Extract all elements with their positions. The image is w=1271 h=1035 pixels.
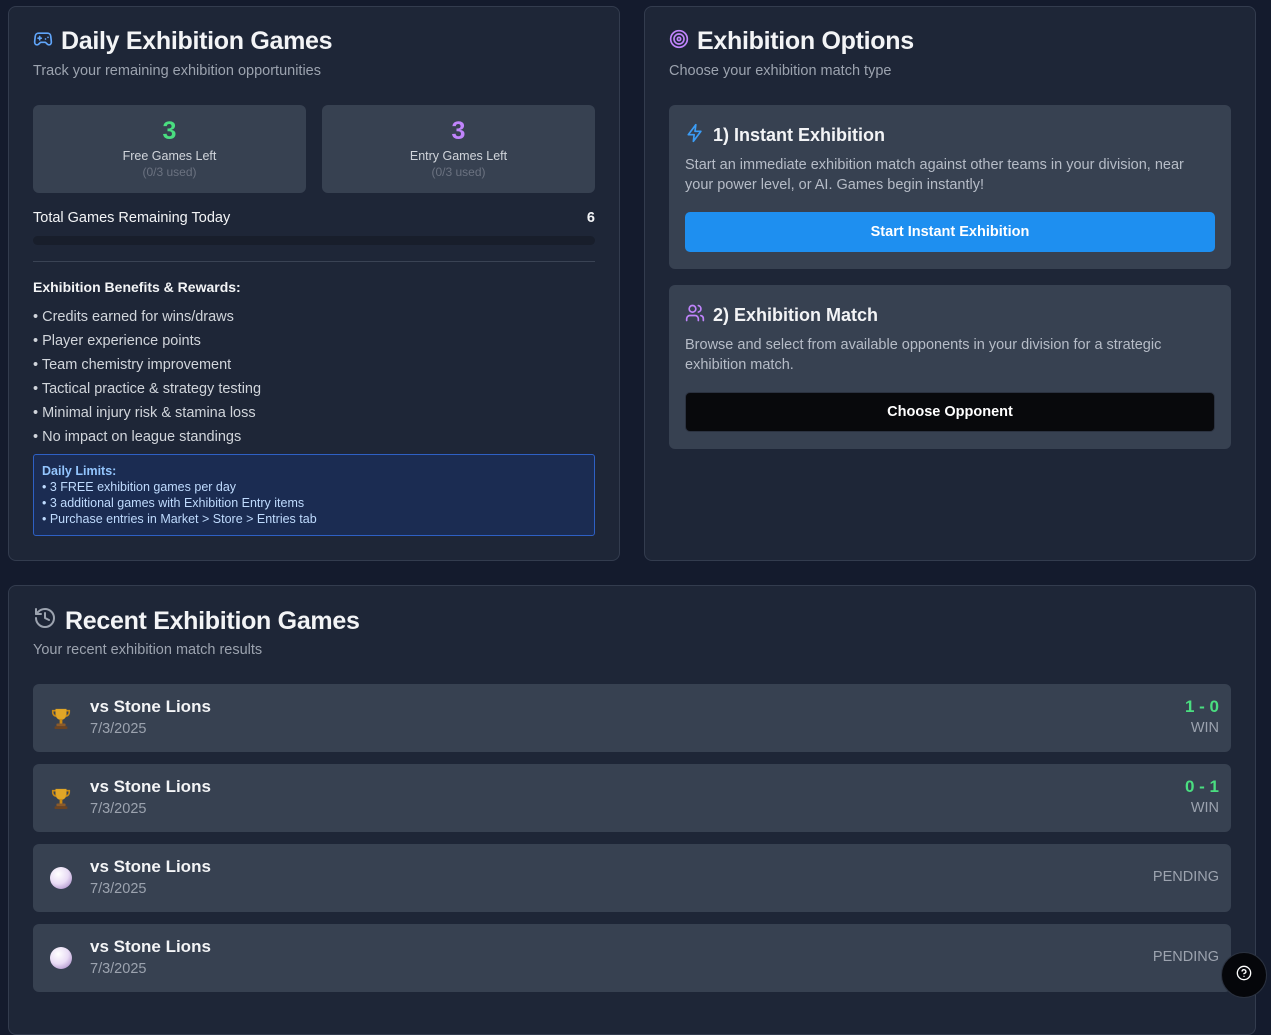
benefit-item: • Player experience points	[33, 333, 201, 349]
game-row[interactable]: vs Stone Lions 7/3/2025 PENDING	[33, 924, 1231, 992]
benefit-item: • No impact on league standings	[33, 429, 242, 445]
users-icon	[685, 303, 705, 328]
game-result-block: PENDING	[1153, 949, 1219, 965]
game-row[interactable]: vs Stone Lions 7/3/2025 1 - 0 WIN	[33, 684, 1231, 752]
gamepad-icon	[33, 27, 53, 56]
divider	[33, 261, 595, 262]
choose-opponent-button[interactable]: Choose Opponent	[685, 392, 1215, 432]
game-result: WIN	[1190, 720, 1219, 736]
exhibition-match-title: 2) Exhibition Match	[685, 303, 878, 328]
recent-title: Recent Exhibition Games	[33, 606, 360, 637]
game-result: PENDING	[1152, 869, 1219, 885]
options-title: Exhibition Options	[669, 27, 914, 56]
lightning-icon	[685, 123, 705, 148]
exhibition-options-card: Exhibition Options Choose your exhibitio…	[644, 6, 1256, 561]
trophy-icon	[49, 785, 73, 811]
instant-exhibition-title: 1) Instant Exhibition	[685, 123, 885, 148]
benefits-title: Exhibition Benefits & Rewards:	[33, 279, 241, 295]
benefits-list: • Credits earned for wins/draws • Player…	[33, 305, 261, 449]
game-date: 7/3/2025	[90, 881, 147, 897]
free-games-label: Free Games Left	[122, 149, 217, 163]
recent-games-card: Recent Exhibition Games Your recent exhi…	[8, 585, 1256, 1035]
total-games-label: Total Games Remaining Today	[33, 210, 231, 226]
entry-games-used: (0/3 used)	[431, 165, 486, 179]
game-date: 7/3/2025	[90, 801, 147, 817]
pending-orb-icon	[49, 945, 73, 971]
game-score: 0 - 1	[1184, 777, 1219, 796]
free-games-count: 3	[162, 117, 177, 145]
trophy-icon	[49, 705, 73, 731]
daily-limit-item: • Purchase entries in Market > Store > E…	[42, 512, 317, 526]
pending-orb-icon	[49, 865, 73, 891]
total-games-value: 6	[586, 210, 595, 226]
game-opponent: vs Stone Lions	[90, 777, 211, 796]
daily-limits-box: Daily Limits: • 3 FREE exhibition games …	[33, 454, 595, 536]
entry-games-label: Entry Games Left	[409, 149, 508, 163]
benefit-item: • Tactical practice & strategy testing	[33, 381, 262, 397]
help-circle-icon	[1236, 965, 1252, 986]
daily-limits-title: Daily Limits:	[42, 464, 117, 478]
game-opponent: vs Stone Lions	[90, 697, 211, 716]
game-result-block: PENDING	[1153, 869, 1219, 885]
benefit-item: • Minimal injury risk & stamina loss	[33, 405, 256, 421]
daily-exhibition-card: Daily Exhibition Games Track your remain…	[8, 6, 620, 561]
free-games-box: 3 Free Games Left (0/3 used)	[33, 105, 306, 193]
game-result-block: 0 - 1 WIN	[1185, 777, 1219, 816]
game-score: 1 - 0	[1184, 697, 1219, 716]
daily-title: Daily Exhibition Games	[33, 27, 333, 56]
benefit-item: • Team chemistry improvement	[33, 357, 232, 373]
game-opponent: vs Stone Lions	[90, 857, 211, 876]
game-opponent: vs Stone Lions	[90, 937, 211, 956]
options-subtitle: Choose your exhibition match type	[669, 63, 892, 79]
game-result: PENDING	[1152, 949, 1219, 965]
entry-games-count: 3	[451, 117, 466, 145]
daily-limit-item: • 3 additional games with Exhibition Ent…	[42, 496, 305, 510]
exhibition-match-desc: Browse and select from available opponen…	[685, 337, 1162, 373]
recent-subtitle: Your recent exhibition match results	[33, 642, 263, 658]
game-result-block: 1 - 0 WIN	[1185, 697, 1219, 736]
instant-exhibition-desc: Start an immediate exhibition match agai…	[685, 157, 1184, 193]
game-row[interactable]: vs Stone Lions 7/3/2025 0 - 1 WIN	[33, 764, 1231, 832]
exhibition-match-box: 2) Exhibition Match Browse and select fr…	[669, 285, 1231, 449]
start-instant-exhibition-button[interactable]: Start Instant Exhibition	[685, 212, 1215, 252]
total-games-row: Total Games Remaining Today 6	[33, 210, 595, 226]
benefit-item: • Credits earned for wins/draws	[33, 309, 234, 325]
game-row[interactable]: vs Stone Lions 7/3/2025 PENDING	[33, 844, 1231, 912]
game-result: WIN	[1190, 800, 1219, 816]
game-date: 7/3/2025	[90, 961, 147, 977]
history-icon	[33, 606, 57, 637]
instant-exhibition-box: 1) Instant Exhibition Start an immediate…	[669, 105, 1231, 269]
game-date: 7/3/2025	[90, 721, 147, 737]
free-games-used: (0/3 used)	[142, 165, 197, 179]
help-button[interactable]	[1221, 952, 1267, 998]
daily-subtitle: Track your remaining exhibition opportun…	[33, 63, 321, 79]
entry-games-box: 3 Entry Games Left (0/3 used)	[322, 105, 595, 193]
target-icon	[669, 27, 689, 56]
games-progress-bar	[33, 236, 595, 245]
daily-limit-item: • 3 FREE exhibition games per day	[42, 480, 237, 494]
